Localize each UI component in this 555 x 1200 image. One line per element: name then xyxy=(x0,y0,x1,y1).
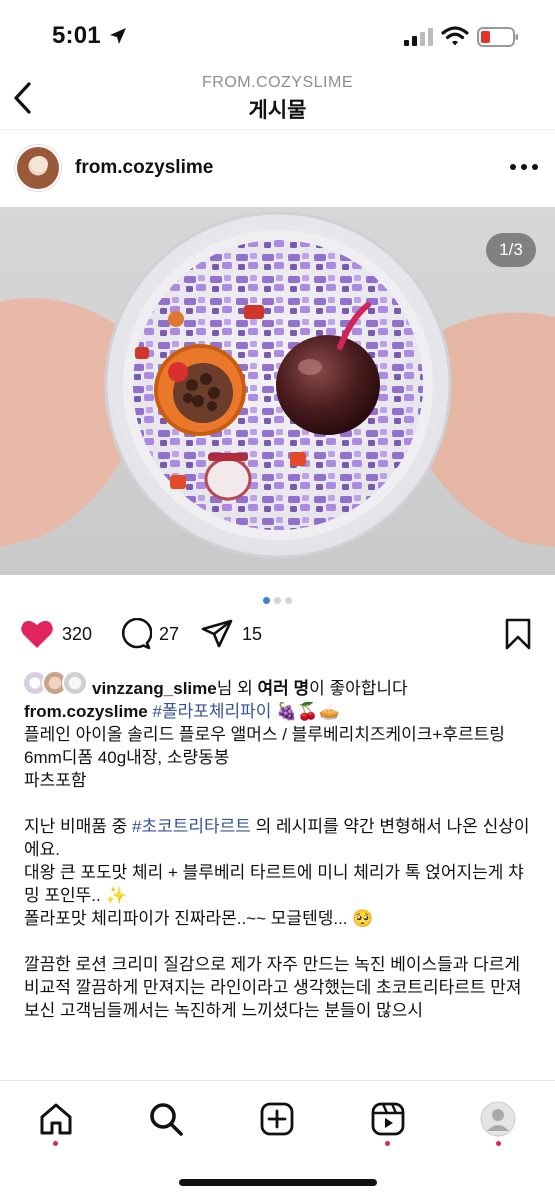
search-icon[interactable] xyxy=(148,1101,184,1137)
bookmark-icon[interactable] xyxy=(504,618,532,650)
caption-line: 6mm디폼 40g내장, 소량동봉 xyxy=(24,748,230,767)
slime-photo-illustration xyxy=(0,211,555,559)
profile-avatar-icon[interactable] xyxy=(480,1101,516,1137)
create-post-icon[interactable] xyxy=(259,1101,295,1137)
like-count[interactable]: 320 xyxy=(62,624,92,645)
caption-emoji: 🍇🍒🥧 xyxy=(276,702,340,721)
battery-low-icon xyxy=(477,27,518,47)
reels-icon[interactable] xyxy=(370,1101,406,1137)
share-count[interactable]: 15 xyxy=(242,624,262,645)
caption-text: 대왕 큰 포도맛 체리 + 블루베리 타르트에 미니 체리가 톡 얹어지는게 챠… xyxy=(24,863,524,905)
comment-count[interactable]: 27 xyxy=(159,624,179,645)
status-time: 5:01 xyxy=(52,22,101,49)
carousel-dot-active xyxy=(263,597,270,604)
caption-line: 파츠포함 xyxy=(24,771,87,790)
page-title: 게시물 xyxy=(248,99,307,122)
liked-by-tail: 이 좋아합니다 xyxy=(309,679,408,698)
carousel-dot xyxy=(285,597,292,604)
home-notification-dot xyxy=(53,1141,58,1146)
liker-username[interactable]: vinzzang_slime xyxy=(92,679,217,698)
caption-line: 플레인 아이올 솔리드 플로우 앨머스 / 블루베리치즈케이크+후르트링 xyxy=(24,725,505,744)
caption-emoji: ✨ xyxy=(105,886,127,905)
home-icon[interactable] xyxy=(38,1101,74,1137)
carousel-dot xyxy=(274,597,281,604)
more-options-icon[interactable] xyxy=(508,155,540,179)
post-caption: from.cozyslime #폴라포체리파이 🍇🍒🥧 플레인 아이올 솔리드 … xyxy=(24,700,534,1022)
post-header: from.cozyslime xyxy=(0,131,555,207)
liker-avatar xyxy=(62,670,88,696)
post-image[interactable]: 1/3 xyxy=(0,207,555,575)
liked-by-row[interactable]: vinzzang_slime님 외 여러 명이 좋아합니다 xyxy=(0,666,555,702)
avatar[interactable] xyxy=(15,145,61,191)
status-bar: 5:01 xyxy=(0,0,555,64)
hashtag-link[interactable]: #폴라포체리파이 xyxy=(153,702,272,721)
caption-line: 깔끔한 로션 크리미 질감으로 제가 자주 만드는 녹진 베이스들과 다르게 xyxy=(24,955,521,974)
caption-line: 비교적 깔끔하게 만져지는 라인이라고 생각했는데 초코트리타르트 만져보신 고… xyxy=(24,978,522,1020)
profile-notification-dot xyxy=(496,1141,501,1146)
comment-bubble-icon[interactable] xyxy=(118,618,152,650)
caption-emoji: 🥺 xyxy=(352,909,374,928)
liked-by-mid: 님 외 xyxy=(216,679,258,698)
heart-filled-icon[interactable] xyxy=(20,618,54,650)
header-account-name: FROM.COZYSLIME xyxy=(201,74,353,91)
post-actions: 320 27 15 xyxy=(0,612,555,658)
liked-by-text: vinzzang_slime님 외 여러 명이 좋아합니다 xyxy=(92,674,408,699)
reels-notification-dot xyxy=(385,1141,390,1146)
caption-username[interactable]: from.cozyslime xyxy=(24,702,148,721)
post-username[interactable]: from.cozyslime xyxy=(75,157,213,179)
liked-by-others[interactable]: 여러 명 xyxy=(257,679,309,698)
caption-text: 지난 비매품 중 xyxy=(24,817,133,836)
cellular-signal-icon xyxy=(404,28,433,46)
carousel-indicator xyxy=(0,591,555,604)
home-indicator xyxy=(179,1179,377,1186)
send-paper-plane-icon[interactable] xyxy=(200,618,234,650)
caption-fade xyxy=(0,1056,555,1080)
caption-text: 폴라포맛 체리파이가 진짜라몬..~~ 모글텐뎅... xyxy=(24,909,348,928)
hashtag-link[interactable]: #초코트리타르트 xyxy=(132,817,251,836)
media-counter-badge: 1/3 xyxy=(486,233,536,267)
location-arrow-icon xyxy=(110,28,126,44)
nav-header: FROM.COZYSLIME 게시물 xyxy=(0,64,555,130)
wifi-icon xyxy=(441,26,469,46)
